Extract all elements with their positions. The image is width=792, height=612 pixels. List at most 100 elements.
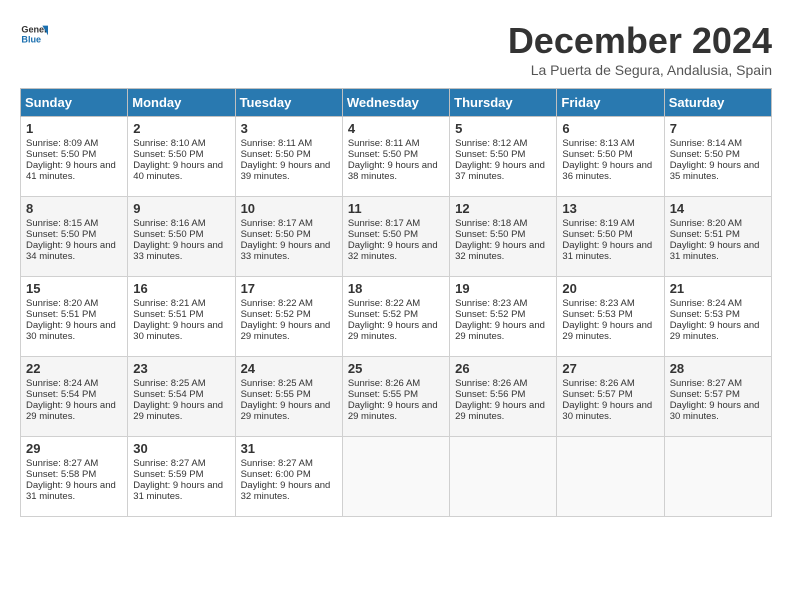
day-cell: 2Sunrise: 8:10 AMSunset: 5:50 PMDaylight… — [128, 117, 235, 197]
sunrise: Sunrise: 8:23 AM — [562, 298, 634, 309]
day-cell: 11Sunrise: 8:17 AMSunset: 5:50 PMDayligh… — [342, 197, 449, 277]
day-cell: 4 Sunrise: 8:11 AMSunset: 5:50 PMDaylight… — [342, 117, 449, 197]
sunset: Sunset: 5:50 PM — [26, 149, 96, 160]
day-cell: 5Sunrise: 8:12 AMSunset: 5:50 PMDaylight… — [450, 117, 557, 197]
sunrise: Sunrise: 8:25 AM — [241, 378, 313, 389]
sunrise: Sunrise: 8:11 AM — [348, 138, 420, 149]
header-row: SundayMondayTuesdayWednesdayThursdayFrid… — [21, 89, 772, 117]
day-number: 3 — [241, 121, 337, 136]
day-number: 26 — [455, 361, 551, 376]
day-cell: 16 Sunrise: 8:21 AMSunset: 5:51 PMDayligh… — [128, 277, 235, 357]
day-number: 15 — [26, 281, 122, 296]
day-cell: 21Sunrise: 8:24 AMSunset: 5:53 PMDayligh… — [664, 277, 771, 357]
daylight: Daylight: 9 hours and 32 minutes. — [455, 240, 545, 262]
week-row-4: 22Sunrise: 8:24 AMSunset: 5:54 PMDayligh… — [21, 357, 772, 437]
daylight: Daylight: 9 hours and 29 minutes. — [348, 320, 438, 342]
sunrise: Sunrise: 8:13 AM — [562, 138, 634, 149]
day-number: 5 — [455, 121, 551, 136]
daylight: Daylight: 9 hours and 30 minutes. — [562, 400, 652, 422]
day-number: 24 — [241, 361, 337, 376]
daylight: Daylight: 9 hours and 31 minutes. — [133, 480, 223, 502]
day-number: 19 — [455, 281, 551, 296]
day-cell: 30Sunrise: 8:27 AMSunset: 5:59 PMDayligh… — [128, 437, 235, 517]
daylight: Daylight: 9 hours and 29 minutes. — [670, 320, 760, 342]
sunrise: Sunrise: 8:24 AM — [26, 378, 98, 389]
sunset: Sunset: 5:57 PM — [562, 389, 632, 400]
day-cell: 20Sunrise: 8:23 AMSunset: 5:53 PMDayligh… — [557, 277, 664, 357]
column-header-wednesday: Wednesday — [342, 89, 449, 117]
title-block: December 2024 La Puerta de Segura, Andal… — [508, 20, 772, 78]
day-number: 17 — [241, 281, 337, 296]
day-cell: 1Sunrise: 8:09 AMSunset: 5:50 PMDaylight… — [21, 117, 128, 197]
day-cell: 18Sunrise: 8:22 AMSunset: 5:52 PMDayligh… — [342, 277, 449, 357]
day-number: 13 — [562, 201, 658, 216]
day-cell: 25Sunrise: 8:26 AMSunset: 5:55 PMDayligh… — [342, 357, 449, 437]
day-number: 14 — [670, 201, 766, 216]
day-cell: 6Sunrise: 8:13 AMSunset: 5:50 PMDaylight… — [557, 117, 664, 197]
day-number: 10 — [241, 201, 337, 216]
sunset: Sunset: 5:50 PM — [670, 149, 740, 160]
day-number: 20 — [562, 281, 658, 296]
sunrise: Sunrise: 8:15 AM — [26, 218, 98, 229]
sunrise: Sunrise: 8:26 AM — [562, 378, 634, 389]
day-cell: 31Sunrise: 8:27 AMSunset: 6:00 PMDayligh… — [235, 437, 342, 517]
day-cell: 13Sunrise: 8:19 AMSunset: 5:50 PMDayligh… — [557, 197, 664, 277]
day-cell: 24Sunrise: 8:25 AMSunset: 5:55 PMDayligh… — [235, 357, 342, 437]
sunset: Sunset: 5:57 PM — [670, 389, 740, 400]
sunset: Sunset: 5:50 PM — [348, 229, 418, 240]
sunset: Sunset: 5:52 PM — [455, 309, 525, 320]
sunset: Sunset: 5:50 PM — [562, 229, 632, 240]
sunset: Sunset: 5:50 PM — [562, 149, 632, 160]
day-cell: 28Sunrise: 8:27 AMSunset: 5:57 PMDayligh… — [664, 357, 771, 437]
day-number: 2 — [133, 121, 229, 136]
daylight: Daylight: 9 hours and 40 minutes. — [133, 160, 223, 182]
daylight: Daylight: 9 hours and 30 minutes. — [26, 320, 116, 342]
sunrise: Sunrise: 8:17 AM — [348, 218, 420, 229]
day-number: 31 — [241, 441, 337, 456]
sunset: Sunset: 5:54 PM — [133, 389, 203, 400]
daylight: Daylight: 9 hours and 39 minutes. — [241, 160, 331, 182]
day-cell: 14Sunrise: 8:20 AMSunset: 5:51 PMDayligh… — [664, 197, 771, 277]
day-number: 9 — [133, 201, 229, 216]
column-header-thursday: Thursday — [450, 89, 557, 117]
daylight: Daylight: 9 hours and 30 minutes. — [133, 320, 223, 342]
column-header-sunday: Sunday — [21, 89, 128, 117]
day-number: 16 — [133, 281, 229, 296]
sunrise: Sunrise: 8:19 AM — [562, 218, 634, 229]
daylight: Daylight: 9 hours and 29 minutes. — [455, 320, 545, 342]
day-cell: 29Sunrise: 8:27 AMSunset: 5:58 PMDayligh… — [21, 437, 128, 517]
day-cell: 10Sunrise: 8:17 AMSunset: 5:50 PMDayligh… — [235, 197, 342, 277]
daylight: Daylight: 9 hours and 32 minutes. — [348, 240, 438, 262]
sunset: Sunset: 5:53 PM — [670, 309, 740, 320]
sunrise: Sunrise: 8:16 AM — [133, 218, 205, 229]
sunrise: Sunrise: 8:20 AM — [670, 218, 742, 229]
sunset: Sunset: 5:50 PM — [348, 149, 418, 160]
week-row-2: 8Sunrise: 8:15 AMSunset: 5:50 PMDaylight… — [21, 197, 772, 277]
day-number: 7 — [670, 121, 766, 136]
daylight: Daylight: 9 hours and 38 minutes. — [348, 160, 438, 182]
daylight: Daylight: 9 hours and 30 minutes. — [670, 400, 760, 422]
sunset: Sunset: 5:50 PM — [455, 229, 525, 240]
sunrise: Sunrise: 8:24 AM — [670, 298, 742, 309]
day-cell: 8Sunrise: 8:15 AMSunset: 5:50 PMDaylight… — [21, 197, 128, 277]
day-cell: 19Sunrise: 8:23 AMSunset: 5:52 PMDayligh… — [450, 277, 557, 357]
day-cell: 26Sunrise: 8:26 AMSunset: 5:56 PMDayligh… — [450, 357, 557, 437]
daylight: Daylight: 9 hours and 32 minutes. — [241, 480, 331, 502]
day-number: 8 — [26, 201, 122, 216]
sunrise: Sunrise: 8:11 AM — [241, 138, 313, 149]
sunset: Sunset: 5:51 PM — [133, 309, 203, 320]
sunrise: Sunrise: 8:27 AM — [133, 458, 205, 469]
svg-text:Blue: Blue — [21, 34, 41, 44]
daylight: Daylight: 9 hours and 29 minutes. — [562, 320, 652, 342]
sunset: Sunset: 6:00 PM — [241, 469, 311, 480]
day-number: 4 — [348, 121, 444, 136]
daylight: Daylight: 9 hours and 29 minutes. — [241, 400, 331, 422]
sunrise: Sunrise: 8:26 AM — [348, 378, 420, 389]
sunset: Sunset: 5:50 PM — [455, 149, 525, 160]
sunrise: Sunrise: 8:21 AM — [133, 298, 205, 309]
sunrise: Sunrise: 8:14 AM — [670, 138, 742, 149]
day-cell — [450, 437, 557, 517]
month-title: December 2024 — [508, 20, 772, 62]
logo-icon: General Blue — [20, 20, 48, 48]
day-number: 6 — [562, 121, 658, 136]
